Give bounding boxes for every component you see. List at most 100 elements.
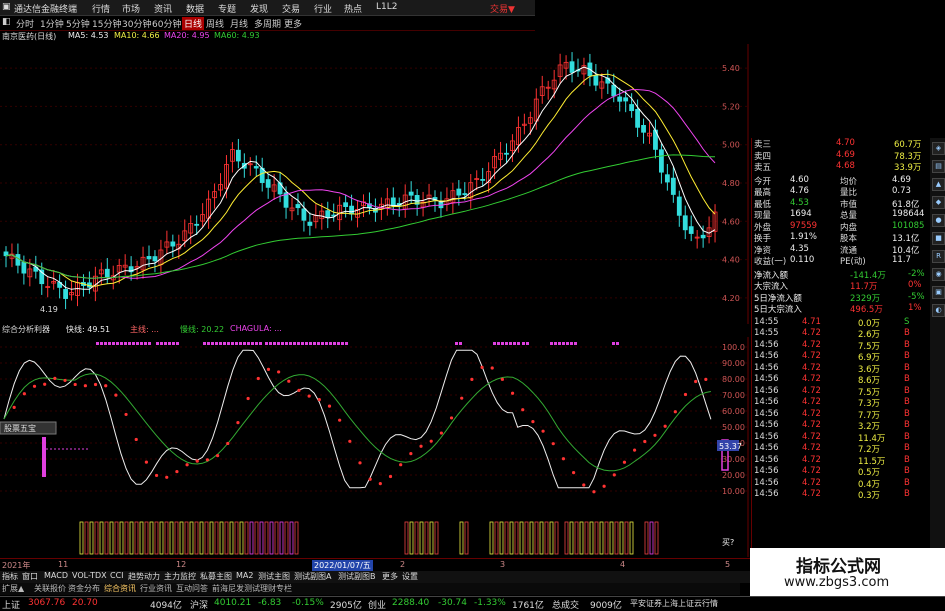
ext-fund-distribution[interactable]: 资金分布 <box>68 583 100 594</box>
tick-row: 14:56 4.72 7.2万 B <box>752 443 930 455</box>
signal-bar <box>119 521 124 555</box>
tab-more[interactable]: 更多 <box>382 571 398 582</box>
hs-index-label[interactable]: 沪深 <box>190 598 208 611</box>
flow-value: 496.5万 <box>850 305 883 315</box>
tab-trend[interactable]: 趋势动力 <box>128 571 160 582</box>
tick-volume: 7.5万 <box>858 341 881 352</box>
menu-item-topic[interactable]: 专题 <box>218 2 236 15</box>
period-monthly[interactable]: 月线 <box>230 17 248 30</box>
period-more[interactable]: 更多 <box>284 17 302 30</box>
ext-expand[interactable]: 扩展▲ <box>2 583 24 594</box>
top-signal-mark <box>497 342 500 345</box>
flow-value: -141.4万 <box>850 270 886 281</box>
ma20-line <box>5 89 716 279</box>
tab-vol-tdx[interactable]: VOL-TDX <box>72 571 107 580</box>
candle-body <box>235 149 241 162</box>
trade-button[interactable]: 交易▼ <box>490 2 515 15</box>
tab-ma2[interactable]: MA2 <box>236 571 253 580</box>
signal-dot <box>134 437 138 442</box>
period-multi[interactable]: 多周期 <box>254 17 281 30</box>
ext-industry-news[interactable]: 行业资讯 <box>140 583 172 594</box>
ext-column[interactable]: 前海尼发测试理财专栏 <box>212 583 292 594</box>
menu-item-industry[interactable]: 行业 <box>314 2 332 15</box>
signal-bar <box>519 521 524 555</box>
tab-cci[interactable]: CCI <box>110 571 124 580</box>
signal-bar <box>494 521 499 555</box>
period-daily[interactable]: 日线 <box>182 17 205 30</box>
signal-dot <box>663 424 667 428</box>
hs-index-change: -6.83 <box>258 598 282 608</box>
ext-qa[interactable]: 互动问答 <box>176 583 208 594</box>
period-intraday[interactable]: 分时 <box>16 17 34 30</box>
tab-window[interactable]: 窗口 <box>22 571 38 582</box>
signal-dot <box>256 376 260 381</box>
signal-dot <box>449 416 454 420</box>
low-price-label: 4.19 <box>40 305 58 314</box>
side-tool-icon-3[interactable]: ▲ <box>932 178 945 191</box>
signal-bar <box>619 521 624 555</box>
signal-bar <box>184 521 189 555</box>
menu-item-discover[interactable]: 发现 <box>250 2 268 15</box>
menu-item-l1l2[interactable]: L1L2 <box>376 2 397 12</box>
side-tool-icon-5[interactable]: ● <box>932 214 945 227</box>
tab-macd[interactable]: MACD <box>44 571 68 580</box>
stat-value: 4.76 <box>790 186 809 196</box>
signal-bar <box>264 521 269 555</box>
menu-item-market[interactable]: 市场 <box>122 2 140 15</box>
news-ticker[interactable]: 平安证券上海上证云行情 <box>630 598 718 609</box>
tab-test-sub-a[interactable]: 测试副图A <box>294 571 331 582</box>
tab-settings[interactable]: 设置 <box>402 571 418 582</box>
cy-index-change: -30.74 <box>438 598 468 608</box>
top-signal-mark <box>517 342 520 345</box>
sh-index-label[interactable]: 上证 <box>2 598 20 611</box>
signal-bar <box>89 521 94 555</box>
side-tool-icon-1[interactable]: ◈ <box>932 142 945 155</box>
tick-row: 14:56 4.72 0.4万 B <box>752 478 930 490</box>
ext-related-quote[interactable]: 关联报价 <box>34 583 66 594</box>
side-tool-icon-2[interactable]: ▤ <box>932 160 945 173</box>
side-tool-icon-6[interactable]: ■ <box>932 232 945 245</box>
indicator-name[interactable]: 综合分析利器 <box>2 324 50 335</box>
top-signal-mark <box>144 342 147 345</box>
tab-test-main[interactable]: 测试主图 <box>258 571 290 582</box>
ext-news[interactable]: 综合资讯 <box>104 583 136 594</box>
side-tool-icon-7[interactable]: R <box>932 250 945 263</box>
side-tool-icon-10[interactable]: ◐ <box>932 304 945 317</box>
tab-test-sub-b[interactable]: 测试副图B <box>338 571 376 582</box>
tab-private-main[interactable]: 私募主图 <box>200 571 232 582</box>
menu-item-hangqing[interactable]: 行情 <box>92 2 110 15</box>
period-1min[interactable]: 1分钟 <box>40 17 64 30</box>
side-tool-icon-8[interactable]: ◉ <box>932 268 945 281</box>
menu-item-trade[interactable]: 交易 <box>282 2 300 15</box>
period-30min[interactable]: 30分钟 <box>122 17 151 30</box>
candle-body <box>146 256 152 260</box>
menu-item-data[interactable]: 数据 <box>186 2 204 15</box>
signal-bar <box>289 521 294 555</box>
menu-item-news[interactable]: 资讯 <box>154 2 172 15</box>
price-axis-label: 4.20 <box>722 294 740 303</box>
signal-bar <box>129 521 134 555</box>
tick-side: B <box>904 362 910 373</box>
ma20-label: MA20: 4.95 <box>164 31 210 40</box>
signal-bar <box>134 521 139 555</box>
signal-dot <box>358 461 362 465</box>
side-tool-icon-4[interactable]: ◆ <box>932 196 945 209</box>
signal-bar <box>594 521 599 555</box>
tick-side: B <box>904 408 910 419</box>
top-signal-mark <box>120 342 123 345</box>
side-tool-icon-9[interactable]: ▣ <box>932 286 945 299</box>
signal-bar <box>409 521 414 555</box>
kline-chart[interactable]: 5.40 5.20 5.00 4.80 4.60 4.40 4.20 4.19 <box>0 44 750 324</box>
menu-item-hot[interactable]: 热点 <box>344 2 362 15</box>
signal-bar <box>599 521 604 555</box>
period-icon[interactable]: ◧ <box>2 17 11 27</box>
tab-main-monitor[interactable]: 主力监控 <box>164 571 196 582</box>
indicator-chart[interactable]: 100.090.0080.0070.0060.0050.0040.0030.00… <box>0 337 750 557</box>
period-15min[interactable]: 15分钟 <box>92 17 121 30</box>
signal-dot <box>694 379 698 384</box>
period-60min[interactable]: 60分钟 <box>152 17 181 30</box>
period-weekly[interactable]: 周线 <box>206 17 224 30</box>
period-5min[interactable]: 5分钟 <box>66 17 90 30</box>
tab-indicator[interactable]: 指标 <box>2 571 18 582</box>
cy-index-label[interactable]: 创业 <box>368 598 386 611</box>
